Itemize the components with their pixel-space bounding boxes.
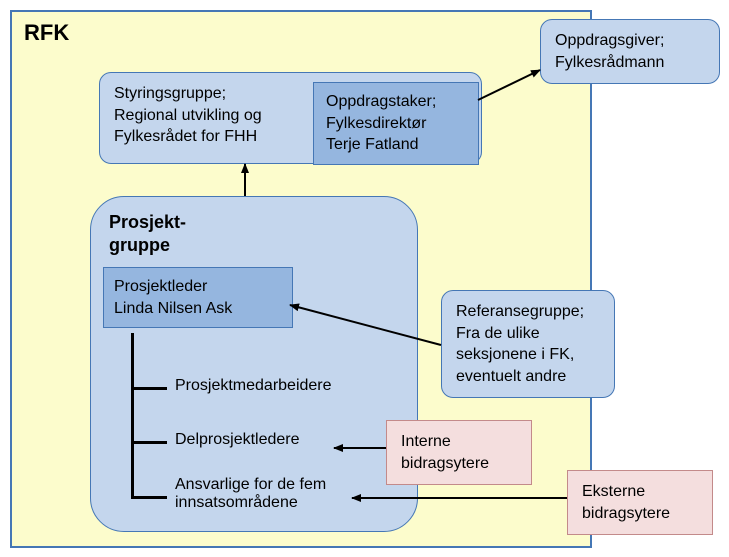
tree-horizontal-line [131,496,167,499]
project-group-box: Prosjekt- gruppe Prosjektleder Linda Nil… [90,196,418,532]
external-line: bidragsytere [582,503,698,525]
external-line: Eksterne [582,481,698,503]
diagram-canvas: RFK Styringsgruppe; Regional utvikling o… [0,0,729,557]
reference-line: Referansegruppe; [456,301,600,323]
reference-group-box: Referansegruppe; Fra de ulike seksjonene… [441,290,615,398]
external-contributors-box: Eksterne bidragsytere [567,470,713,535]
internal-line: bidragsytere [401,453,517,475]
tree-label-line: Ansvarlige for de fem [175,476,326,494]
internal-contributors-box: Interne bidragsytere [386,420,532,485]
project-group-title: Prosjekt- gruppe [109,211,186,258]
tree-label: Prosjektmedarbeidere [175,377,332,395]
rfk-title: RFK [24,20,69,46]
reference-line: Fra de ulike [456,323,600,345]
internal-line: Interne [401,431,517,453]
tree-vertical-line [131,333,134,499]
leader-line: Linda Nilsen Ask [114,298,282,320]
project-title-line: gruppe [109,234,186,257]
taker-line: Oppdragstaker; [326,91,466,113]
taker-line: Terje Fatland [326,134,466,156]
reference-line: eventuelt andre [456,366,600,388]
tree-horizontal-line [131,387,167,390]
giver-box: Oppdragsgiver; Fylkesrådmann [540,19,720,84]
leader-line: Prosjektleder [114,276,282,298]
reference-line: seksjonene i FK, [456,344,600,366]
giver-line: Oppdragsgiver; [555,30,705,52]
tree-horizontal-line [131,441,167,444]
taker-line: Fylkesdirektør [326,113,466,135]
tree-label: Ansvarlige for de fem innsatsområdene [175,476,326,512]
giver-line: Fylkesrådmann [555,52,705,74]
taker-box: Oppdragstaker; Fylkesdirektør Terje Fatl… [313,82,479,165]
tree-label-line: innsatsområdene [175,494,326,512]
tree-label: Delprosjektledere [175,431,300,449]
project-leader-box: Prosjektleder Linda Nilsen Ask [103,267,293,328]
project-title-line: Prosjekt- [109,211,186,234]
